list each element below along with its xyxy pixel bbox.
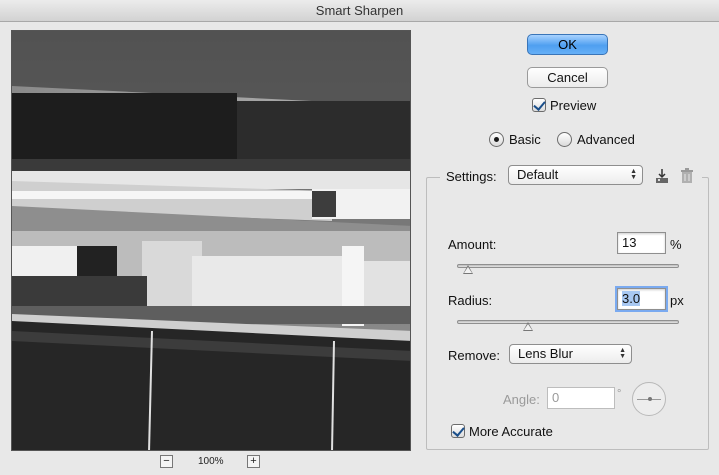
zoom-level: 100%: [198, 456, 224, 467]
settings-value: Default: [517, 167, 559, 182]
amount-slider[interactable]: [457, 264, 679, 268]
select-arrows-icon: ▲ ▼: [630, 168, 637, 181]
select-arrows-icon: ▲ ▼: [619, 347, 626, 360]
more-accurate-checkbox[interactable]: [451, 424, 465, 438]
settings-select[interactable]: Default ▲ ▼: [508, 165, 643, 185]
remove-select[interactable]: Lens Blur ▲ ▼: [509, 344, 632, 364]
advanced-label: Advanced: [577, 132, 635, 147]
basic-radio[interactable]: [489, 132, 504, 147]
zoom-in-button[interactable]: +: [247, 455, 260, 468]
ok-button[interactable]: OK: [527, 34, 608, 55]
window-title: Smart Sharpen: [0, 0, 719, 22]
amount-unit: %: [670, 237, 682, 252]
settings-label: Settings:: [446, 169, 497, 184]
preview-label: Preview: [550, 98, 597, 113]
cancel-button[interactable]: Cancel: [527, 67, 608, 88]
angle-dial[interactable]: [632, 382, 666, 416]
amount-slider-thumb[interactable]: [463, 265, 474, 274]
remove-label: Remove:: [448, 348, 501, 363]
preview-checkbox[interactable]: [532, 98, 546, 112]
zoom-controls: − 100% +: [160, 454, 270, 470]
radius-label: Radius:: [448, 293, 493, 308]
amount-label: Amount:: [448, 237, 497, 252]
angle-unit: °: [617, 388, 622, 400]
more-accurate-label: More Accurate: [469, 424, 553, 439]
advanced-radio[interactable]: [557, 132, 572, 147]
radius-slider-thumb[interactable]: [522, 322, 533, 331]
radius-unit: px: [670, 293, 684, 308]
settings-panel: [426, 177, 709, 450]
basic-label: Basic: [509, 132, 541, 147]
trash-icon[interactable]: [679, 168, 695, 184]
angle-input[interactable]: 0: [547, 387, 615, 409]
amount-input[interactable]: 13: [617, 232, 666, 254]
save-settings-icon[interactable]: [654, 168, 670, 184]
radius-slider[interactable]: [457, 320, 679, 324]
plus-icon: +: [250, 455, 257, 467]
radius-input[interactable]: 3.0: [615, 286, 668, 312]
zoom-out-button[interactable]: −: [160, 455, 173, 468]
minus-icon: −: [163, 455, 170, 467]
angle-label: Angle:: [503, 392, 540, 407]
preview-photo: [12, 31, 410, 450]
preview-image[interactable]: [11, 30, 411, 451]
remove-value: Lens Blur: [518, 346, 573, 361]
